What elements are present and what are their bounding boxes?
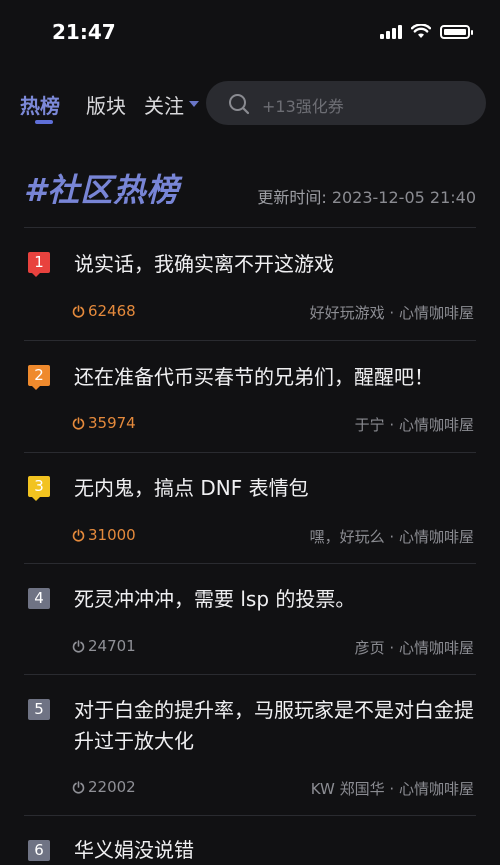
update-time-label: 更新时间: (257, 188, 327, 207)
update-time-value: 2023-12-05 21:40 (331, 188, 476, 207)
cellular-signal-icon (380, 24, 402, 39)
heat-icon (72, 639, 85, 653)
rank-badge: 4 (28, 588, 50, 609)
rank-badge: 6 (28, 840, 50, 861)
rank-badge: 5 (28, 699, 50, 720)
heat-count: 35974 (72, 414, 136, 432)
battery-icon (440, 24, 473, 39)
item-title[interactable]: 还在准备代币买春节的兄弟们，醒醒吧！ (74, 362, 476, 393)
status-icons (380, 24, 473, 39)
active-tab-indicator (35, 120, 53, 124)
list-item[interactable]: 2 还在准备代币买春节的兄弟们，醒醒吧！ 35974 于宁 · 心情咖啡屋 (0, 341, 500, 451)
wifi-icon (411, 24, 431, 38)
item-board: 心情咖啡屋 (398, 639, 474, 657)
rank-badge: 3 (28, 476, 50, 501)
list-item[interactable]: 5 对于白金的提升率，马服玩家是不是对白金提升过于放大化 22002 KW 郑国… (0, 675, 500, 815)
list-item[interactable]: 1 说实话，我确实离不开这游戏 62468 好好玩游戏 · 心情咖啡屋 (0, 228, 500, 340)
top-tab-bar: 热榜 版块 关注 +13强化券 (0, 80, 500, 130)
list-item[interactable]: 4 死灵冲冲冲，需要 lsp 的投票。 24701 彦页 · 心情咖啡屋 (0, 564, 500, 674)
heat-icon (72, 528, 85, 542)
tab-boards[interactable]: 版块 (86, 90, 126, 119)
item-author: 嘿，好玩么 (309, 528, 385, 546)
heat-icon (72, 780, 85, 794)
item-board: 心情咖啡屋 (398, 304, 474, 322)
item-meta: 嘿，好玩么 · 心情咖啡屋 (309, 528, 474, 546)
heat-count: 22002 (72, 778, 136, 796)
status-time: 21:47 (52, 20, 116, 44)
item-meta: 于宁 · 心情咖啡屋 (354, 416, 474, 434)
item-meta: 彦页 · 心情咖啡屋 (354, 639, 474, 657)
tab-hot[interactable]: 热榜 (20, 90, 60, 119)
item-meta: KW 郑国华 · 心情咖啡屋 (310, 780, 474, 798)
heat-count: 24701 (72, 637, 136, 655)
chevron-down-icon[interactable] (189, 101, 199, 107)
search-icon (229, 94, 250, 115)
item-board: 心情咖啡屋 (398, 528, 474, 546)
list-item[interactable]: 6 华义娟没说错 (0, 816, 500, 865)
update-time: 更新时间: 2023-12-05 21:40 (257, 184, 476, 208)
rank-badge: 2 (28, 365, 50, 390)
page-title: #社区热榜 (24, 171, 180, 209)
heat-icon (72, 416, 85, 430)
search-placeholder: +13强化券 (262, 97, 344, 116)
item-meta: 好好玩游戏 · 心情咖啡屋 (309, 304, 474, 322)
search-bar[interactable]: +13强化券 (206, 81, 486, 125)
item-board: 心情咖啡屋 (398, 416, 474, 434)
rank-badge: 1 (28, 252, 50, 277)
heat-icon (72, 304, 85, 318)
item-author: KW 郑国华 (310, 780, 385, 798)
item-title[interactable]: 无内鬼，搞点 DNF 表情包 (74, 473, 476, 504)
item-title[interactable]: 死灵冲冲冲，需要 lsp 的投票。 (74, 584, 476, 615)
item-title[interactable]: 说实话，我确实离不开这游戏 (74, 249, 476, 280)
item-title[interactable]: 对于白金的提升率，马服玩家是不是对白金提升过于放大化 (74, 695, 476, 757)
item-title[interactable]: 华义娟没说错 (74, 835, 476, 865)
status-bar: 21:47 (0, 0, 500, 64)
item-board: 心情咖啡屋 (398, 780, 474, 798)
item-author: 于宁 (354, 416, 385, 434)
item-author: 好好玩游戏 (309, 304, 385, 322)
list-item[interactable]: 3 无内鬼，搞点 DNF 表情包 31000 嘿，好玩么 · 心情咖啡屋 (0, 453, 500, 563)
heat-count: 31000 (72, 526, 136, 544)
item-author: 彦页 (354, 639, 385, 657)
heat-count: 62468 (72, 302, 136, 320)
tab-following[interactable]: 关注 (144, 90, 184, 119)
